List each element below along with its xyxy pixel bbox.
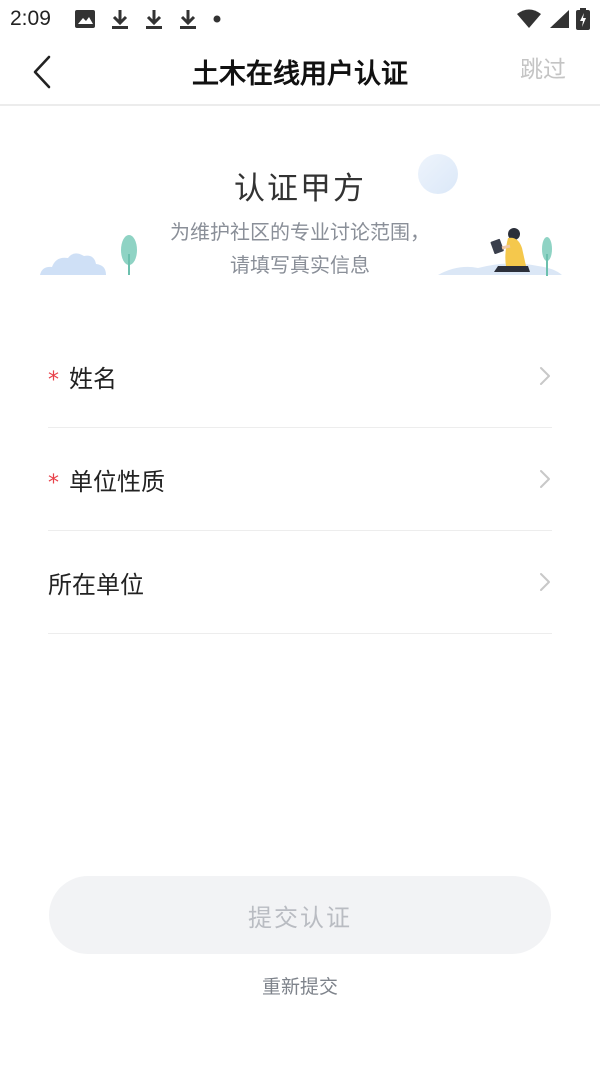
notification-icons [74,8,222,30]
header: 土木在线用户认证 跳过 [0,40,600,106]
banner-title: 认证甲方 [234,171,366,207]
status-time: 2:09 [10,7,51,30]
download-icon [112,10,128,29]
form-row-label: * 姓名 [48,359,117,394]
name-label: 姓名 [69,365,117,393]
banner-subtitle: 为维护社区的专业讨论范围， 请填写真实信息 [0,216,600,282]
wifi-icon [517,9,541,28]
banner-subtitle-line-2: 请填写真实信息 [230,253,370,277]
status-bar: 2:09 [0,0,600,40]
organization-type-label: 单位性质 [69,468,165,496]
chevron-right-icon [540,470,550,488]
required-mark: * [48,368,59,393]
banner: 认证甲方 为维护社区的专业讨论范围， 请填写真实信息 [0,108,600,288]
image-icon [75,10,95,28]
system-icons [516,8,590,30]
form-row-organization-type[interactable]: * 单位性质 [48,428,552,531]
resubmit-link[interactable]: 重新提交 [0,972,600,999]
form: * 姓名 * 单位性质 所在单位 [48,325,552,634]
chevron-right-icon [540,573,550,591]
form-row-label: * 单位性质 [48,462,165,497]
banner-subtitle-line-1: 为维护社区的专业讨论范围， [170,220,430,244]
organization-label: 所在单位 [48,571,144,599]
page-title: 土木在线用户认证 [192,59,408,90]
form-row-organization[interactable]: 所在单位 [48,531,552,634]
submit-button[interactable]: 提交认证 [49,876,551,954]
battery-charging-icon [576,8,590,30]
dot-icon [213,15,221,23]
download-icon [180,10,196,29]
download-icon [146,10,162,29]
form-row-label: 所在单位 [48,565,144,600]
form-row-name[interactable]: * 姓名 [48,325,552,428]
signal-icon [550,10,569,28]
required-mark: * [48,471,59,496]
skip-button[interactable]: 跳过 [520,50,566,84]
chevron-right-icon [540,367,550,385]
